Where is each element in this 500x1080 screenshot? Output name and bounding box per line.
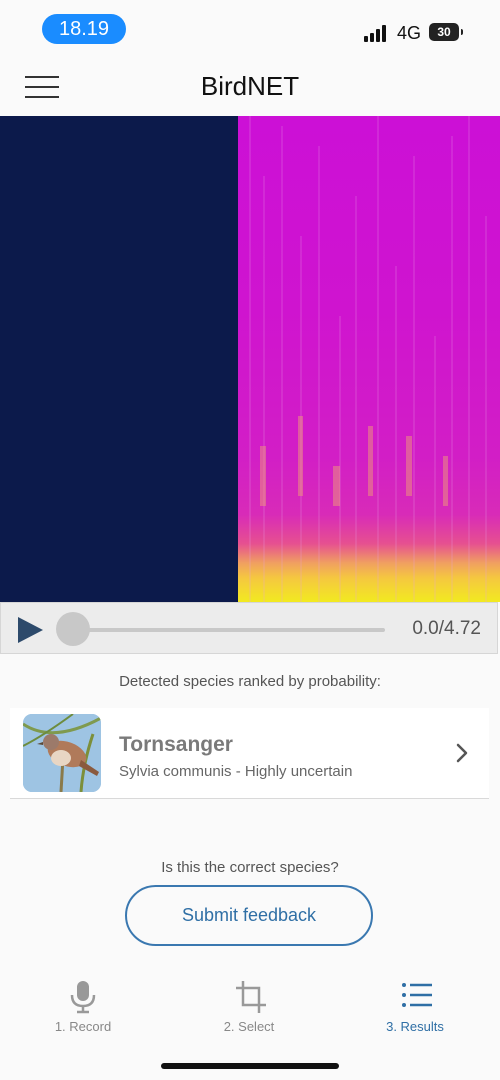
cellular-signal-icon [364,24,390,42]
nav-item-results[interactable]: 3. Results [355,972,475,1042]
spectrogram-signal-region [238,116,500,602]
nav-item-record[interactable]: 1. Record [23,972,143,1042]
app-bar: BirdNET [0,60,500,116]
playback-slider-thumb[interactable] [56,612,90,646]
microphone-icon [70,981,96,1014]
status-bar: 18.19 4G 30 [0,0,500,60]
results-caption: Detected species ranked by probability: [119,673,381,690]
chevron-right-icon[interactable] [455,742,469,764]
nav-item-select[interactable]: 2. Select [189,972,309,1042]
home-indicator[interactable] [161,1063,339,1069]
bottom-navigation: 1. Record 2. Select 3. Results [0,972,500,1052]
list-icon [402,983,432,1007]
status-time[interactable]: 18.19 [42,14,126,44]
battery-icon: 30 [429,23,463,41]
nav-label-results: 3. Results [386,1019,444,1034]
species-common-name: Tornsanger [119,733,233,756]
playback-track[interactable] [73,628,385,632]
battery-level: 30 [437,25,451,39]
species-result-item[interactable]: Tornsanger Sylvia communis - Highly unce… [10,708,489,799]
play-icon[interactable] [15,615,45,645]
bird-photo [23,714,101,792]
hamburger-menu-icon[interactable] [25,76,59,98]
nav-label-record: 1. Record [54,1019,112,1034]
app-title: BirdNET [200,71,300,101]
spectrogram-silent-region [0,116,238,602]
crop-icon [236,981,266,1013]
app-screen: 18.19 4G 30 BirdNET 0.0/4.72 Detected sp… [0,0,500,1080]
nav-label-select: 2. Select [223,1019,275,1034]
feedback-question: Is this the correct species? [161,859,339,876]
audio-player: 0.0/4.72 [0,602,498,654]
spectrogram[interactable] [0,116,500,602]
network-type: 4G [397,23,422,43]
spectrogram-texture [249,116,487,602]
species-scientific-name: Sylvia communis - Highly uncertain [119,763,353,780]
playback-time: 0.0/4.72 [412,618,481,639]
submit-feedback-button[interactable]: Submit feedback [125,885,373,946]
